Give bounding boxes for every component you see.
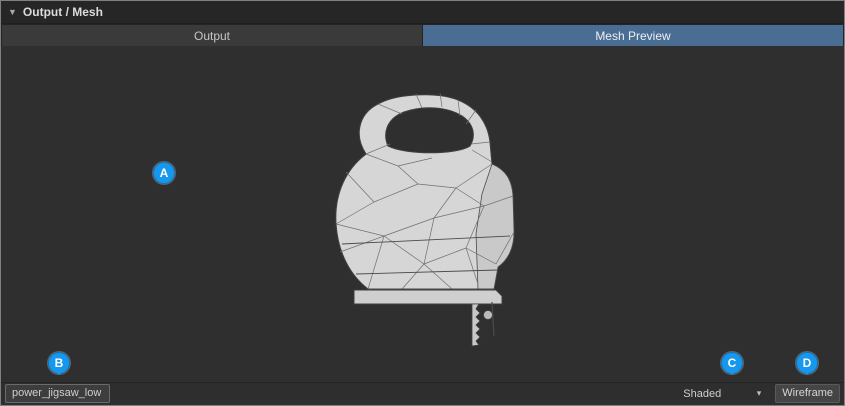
annotation-badge-c: C — [721, 352, 743, 374]
tab-mesh-preview[interactable]: Mesh Preview — [423, 25, 843, 46]
panel-header: ▼ Output / Mesh — [1, 1, 844, 24]
shading-mode-value: Shaded — [683, 388, 721, 400]
panel-title: Output / Mesh — [23, 5, 103, 19]
annotation-badge-b: B — [48, 352, 70, 374]
mesh-name-label: power_jigsaw_low — [5, 384, 110, 403]
foldout-triangle-icon[interactable]: ▼ — [8, 8, 17, 17]
chevron-down-icon: ▾ — [757, 388, 762, 399]
tab-output[interactable]: Output — [2, 25, 422, 46]
shading-mode-dropdown[interactable]: Shaded ▾ — [679, 386, 765, 402]
wireframe-toggle-button[interactable]: Wireframe — [775, 384, 840, 403]
tab-bar: Output Mesh Preview — [1, 24, 844, 46]
output-mesh-panel: ▼ Output / Mesh Output Mesh Preview — [0, 0, 845, 406]
jigsaw-mesh-wireframe — [306, 84, 556, 352]
mesh-preview-canvas[interactable] — [1, 46, 844, 382]
annotation-badge-d: D — [796, 352, 818, 374]
annotation-badge-a: A — [153, 162, 175, 184]
preview-status-bar: power_jigsaw_low Shaded ▾ Wireframe — [1, 382, 844, 404]
